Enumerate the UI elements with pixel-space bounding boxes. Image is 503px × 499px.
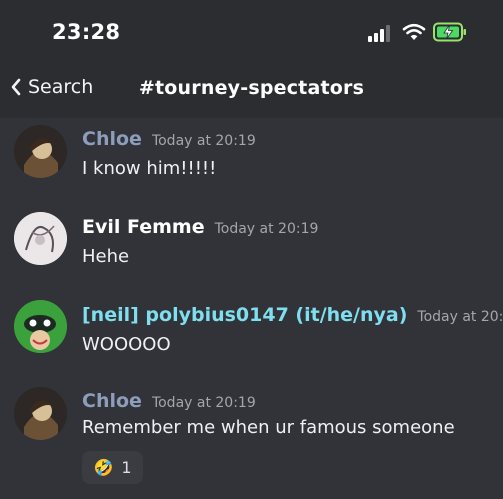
timestamp: Today at 20:19 — [151, 133, 256, 149]
wifi-icon — [402, 23, 426, 40]
avatar[interactable] — [14, 212, 67, 265]
cellular-signal-icon — [368, 25, 390, 42]
timestamp: Today at 20:19 — [214, 221, 319, 237]
avatar[interactable] — [14, 300, 67, 353]
status-time: 23:28 — [52, 20, 121, 44]
message-text: Remember me when ur famous someone — [82, 417, 455, 438]
author-name[interactable]: Chloe — [82, 390, 142, 412]
top-bar: 23:28 Search #tourney-spectators — [0, 0, 503, 118]
message-text: I know him!!!!! — [82, 158, 217, 179]
reaction-count: 1 — [121, 458, 132, 477]
rofl-emoji-icon: 🤣 — [93, 458, 114, 477]
author-name[interactable]: [neil] polybius0147 (it/he/nya) — [82, 304, 407, 326]
reaction-button[interactable]: 🤣 1 — [82, 451, 143, 484]
timestamp: Today at 20:19 — [417, 309, 503, 325]
author-name[interactable]: Chloe — [82, 128, 142, 150]
battery-charging-icon — [433, 22, 466, 42]
channel-title[interactable]: #tourney-spectators — [0, 77, 503, 99]
message-text: WOOOOO — [82, 334, 171, 355]
author-name[interactable]: Evil Femme — [82, 216, 205, 238]
avatar[interactable] — [14, 387, 67, 440]
timestamp: Today at 20:19 — [151, 395, 256, 411]
message-text: Hehe — [82, 246, 130, 267]
avatar[interactable] — [14, 125, 67, 178]
